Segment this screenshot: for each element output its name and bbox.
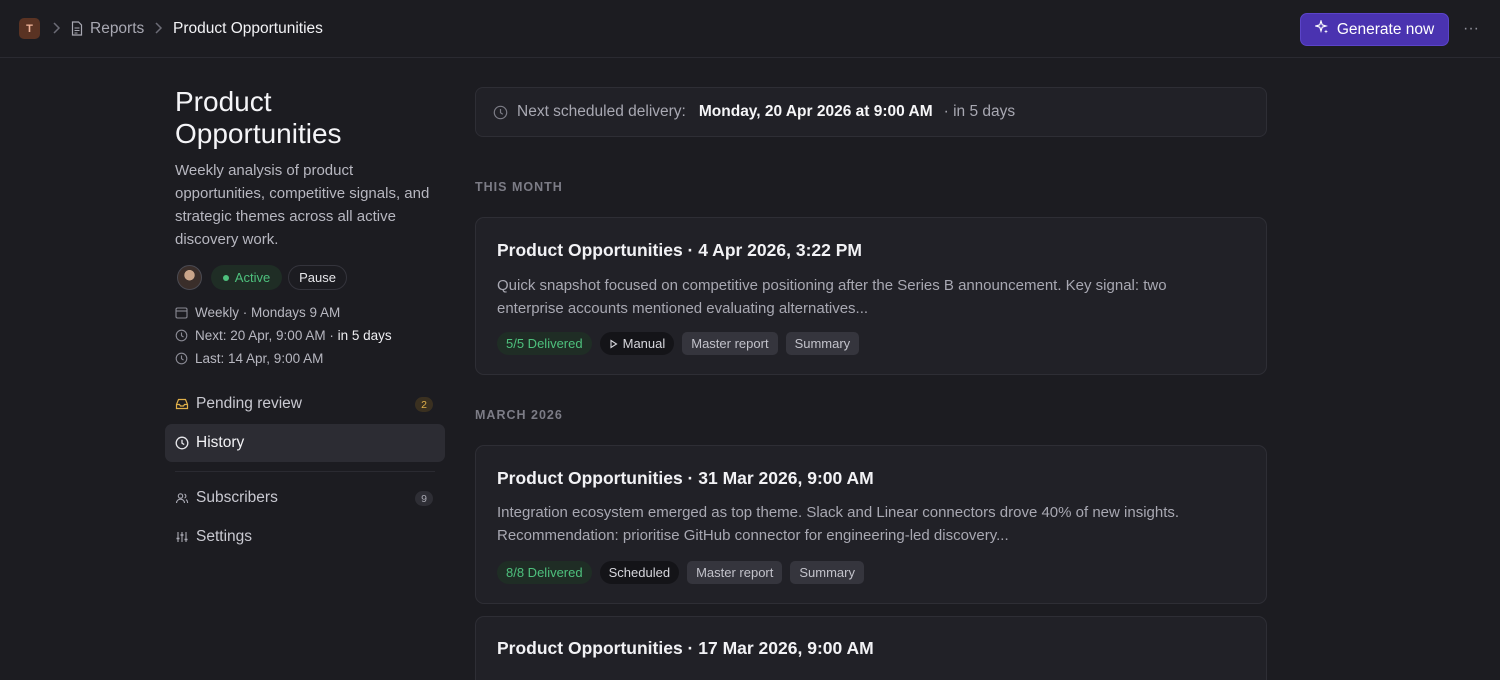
- workspace-badge[interactable]: T: [19, 18, 40, 39]
- chevron-right-icon: [153, 21, 163, 35]
- nav-divider: [175, 471, 435, 472]
- more-options-icon[interactable]: ···: [1462, 20, 1480, 38]
- nav-item-pending-review[interactable]: Pending review 2: [165, 385, 445, 423]
- nav-label: Settings: [196, 528, 253, 545]
- next-run-relative: in 5 days: [337, 328, 392, 343]
- play-icon: [610, 338, 618, 349]
- breadcrumb-reports-link[interactable]: Reports: [90, 20, 144, 38]
- report-summary: Quick snapshot focused on competitive po…: [497, 277, 1167, 317]
- next-delivery-banner: Next scheduled delivery: Monday, 20 Apr …: [475, 87, 1267, 137]
- nav-item-settings[interactable]: Settings: [165, 518, 445, 556]
- document-icon: [71, 21, 83, 36]
- owner-avatar[interactable]: [177, 265, 202, 290]
- nav-label: Pending review: [196, 395, 302, 412]
- trigger-badge: Scheduled: [599, 561, 680, 584]
- section-heading: MARCH 2026: [475, 408, 563, 422]
- users-icon: [175, 493, 189, 504]
- next-run-row: Next: 20 Apr, 9:00 AM · in 5 days: [175, 328, 392, 343]
- nav-label: History: [196, 434, 245, 451]
- sliders-icon: [176, 532, 188, 542]
- page-title: Product Opportunities: [175, 86, 342, 149]
- nav-label: Subscribers: [196, 489, 278, 506]
- nav-item-subscribers[interactable]: Subscribers 9: [165, 479, 445, 517]
- report-title: Product Opportunities · 31 Mar 2026, 9:0…: [497, 468, 874, 488]
- delivered-badge: 8/8 Delivered: [497, 561, 592, 584]
- page-description: Weekly analysis of product opportunities…: [175, 162, 430, 248]
- clock-icon: [175, 436, 189, 450]
- clock-icon: [493, 105, 508, 119]
- report-type-tag: Master report: [682, 332, 778, 355]
- status-badge: Active: [211, 265, 282, 290]
- generate-now-button[interactable]: Generate now: [1300, 13, 1449, 46]
- nav-item-history[interactable]: History: [165, 424, 445, 462]
- report-card[interactable]: Product Opportunities · 31 Mar 2026, 9:0…: [475, 445, 1267, 604]
- report-title: Product Opportunities · 4 Apr 2026, 3:22…: [497, 240, 862, 260]
- schedule-row: Weekly · Mondays 9 AM: [175, 305, 340, 320]
- next-run-text: Next: 20 Apr, 9:00 AM ·: [195, 328, 338, 343]
- trigger-label: Manual: [622, 336, 666, 351]
- report-title: Product Opportunities · 17 Mar 2026, 9:0…: [497, 638, 874, 658]
- report-tags: 5/5 Delivered Manual Master report Summa…: [497, 332, 860, 355]
- report-type-tag: Summary: [790, 561, 864, 584]
- next-delivery-date: Monday, 20 Apr 2026 at 9:00 AM: [698, 103, 933, 120]
- status-label: Active: [234, 270, 271, 285]
- last-run-row: Last: 14 Apr, 9:00 AM: [175, 351, 323, 366]
- generate-now-label: Generate now: [1336, 20, 1435, 38]
- clock-icon: [175, 329, 188, 342]
- inbox-icon: [175, 398, 189, 410]
- top-bar: T Reports Product Opportunities Generate…: [0, 0, 1500, 58]
- subscriber-count-badge: 9: [415, 491, 433, 506]
- delivered-badge: 5/5 Delivered: [497, 332, 592, 355]
- report-type-tag: Summary: [785, 332, 860, 355]
- report-card[interactable]: Product Opportunities · 4 Apr 2026, 3:22…: [475, 217, 1267, 375]
- pause-button[interactable]: Pause: [288, 265, 347, 290]
- last-run-text: Last: 14 Apr, 9:00 AM: [195, 351, 324, 366]
- next-delivery-label: Next scheduled delivery:: [517, 103, 686, 120]
- chevron-right-icon: [51, 21, 61, 35]
- clock-icon: [175, 352, 188, 365]
- report-card[interactable]: Product Opportunities · 17 Mar 2026, 9:0…: [475, 616, 1267, 680]
- report-type-tag: Master report: [687, 561, 783, 584]
- schedule-text: Weekly · Mondays 9 AM: [195, 305, 341, 320]
- breadcrumb-current: Product Opportunities: [173, 20, 323, 37]
- calendar-icon: [175, 307, 188, 319]
- report-tags: 8/8 Delivered Scheduled Master report Su…: [497, 561, 864, 584]
- trigger-badge: Manual: [599, 332, 675, 355]
- pending-count-badge: 2: [415, 397, 433, 412]
- report-summary: Integration ecosystem emerged as top the…: [497, 504, 1180, 544]
- section-heading: THIS MONTH: [475, 180, 563, 194]
- next-delivery-relative: · in 5 days: [943, 103, 1016, 120]
- status-dot-icon: [222, 274, 229, 281]
- sparkle-icon: [1313, 19, 1329, 39]
